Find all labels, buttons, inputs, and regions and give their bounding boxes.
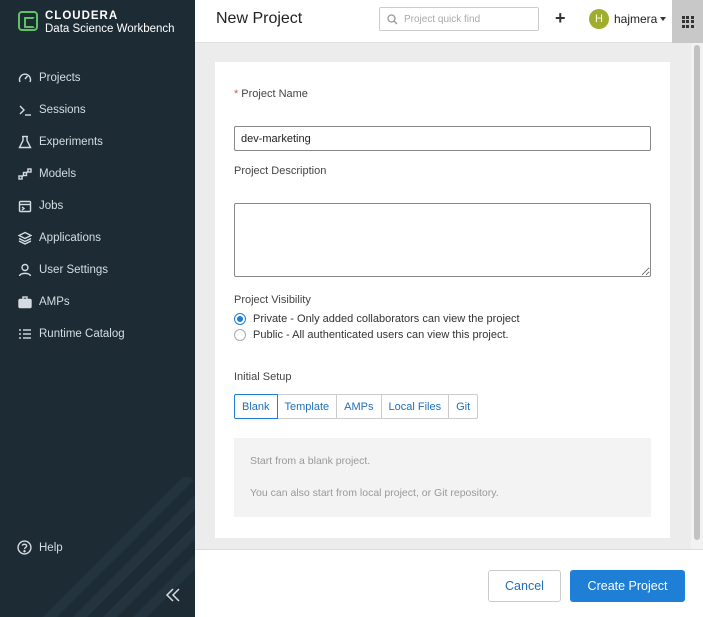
brand-product: Data Science Workbench [45,23,175,35]
double-chevron-left-icon[interactable] [164,586,182,604]
apps-menu-button[interactable] [672,0,703,43]
sidebar-item-experiments[interactable]: Experiments [0,126,195,158]
sidebar-item-label: Runtime Catalog [39,328,125,340]
sidebar-item-label: Jobs [39,200,64,212]
sidebar-item-label: Models [39,168,77,180]
help-label: Help [39,541,63,554]
sidebar-item-runtime-catalog[interactable]: Runtime Catalog [0,318,195,350]
brand-logo[interactable]: CLOUDERA Data Science Workbench [18,10,175,36]
sidebar-item-label: User Settings [39,264,109,276]
tab-blank[interactable]: Blank [234,394,278,419]
project-name-label-text: Project Name [241,88,308,100]
project-visibility-label: Project Visibility [234,294,311,306]
list-icon [17,327,32,342]
layers-icon [17,231,32,246]
calendar-icon [17,199,32,214]
gauge-icon [17,71,32,86]
visibility-public-option[interactable]: Public - All authenticated users can vie… [234,329,509,341]
sidebar-item-label: Applications [39,232,102,244]
brand-name: CLOUDERA [45,10,119,22]
page-title: New Project [216,10,303,27]
sidebar-item-projects[interactable]: Projects [0,62,195,94]
sidebar-item-label: Projects [39,72,81,84]
cancel-button[interactable]: Cancel [488,570,561,602]
flask-icon [17,135,32,150]
project-name-label: * Project Name [234,88,308,100]
project-name-input[interactable] [234,126,651,151]
search-icon [387,14,398,25]
required-mark: * [234,88,239,100]
sidebar-item-applications[interactable]: Applications [0,222,195,254]
project-description-input[interactable] [234,203,651,277]
sidebar-item-user-settings[interactable]: User Settings [0,254,195,286]
sidebar: CLOUDERA Data Science Workbench Projects… [0,0,195,617]
username: hajmera [614,12,658,26]
form-footer: Cancel Create Project [195,549,703,617]
setup-info-line1: Start from a blank project. [250,455,371,467]
visibility-public-label: Public - All authenticated users can vie… [253,329,509,341]
visibility-private-label: Private - Only added collaborators can v… [253,313,520,325]
plus-icon[interactable]: + [555,8,566,28]
tab-template[interactable]: Template [276,394,338,419]
search-input[interactable] [404,11,534,27]
tab-git[interactable]: Git [448,394,479,419]
radio-private[interactable] [234,313,246,325]
radio-public[interactable] [234,329,246,341]
project-search[interactable] [379,7,539,31]
create-project-button[interactable]: Create Project [570,570,685,602]
top-header: New Project + H hajmera [195,0,703,43]
sidebar-nav: Projects Sessions Experiments Models Job… [0,62,195,350]
help-icon [17,540,32,555]
sidebar-item-sessions[interactable]: Sessions [0,94,195,126]
setup-info-line2: You can also start from local project, o… [250,487,499,499]
avatar: H [589,9,609,29]
sidebar-item-label: Experiments [39,136,103,148]
visibility-private-option[interactable]: Private - Only added collaborators can v… [234,313,520,325]
cloudera-logo-icon [18,11,38,31]
grid-icon [681,15,694,28]
terminal-icon [17,103,32,118]
scrollbar-thumb[interactable] [694,45,700,540]
user-menu[interactable]: H hajmera [589,9,667,29]
sidebar-item-label: AMPs [39,296,70,308]
user-icon [17,263,32,278]
project-description-label: Project Description [234,165,327,177]
caret-down-icon [660,17,667,21]
vertical-scrollbar[interactable] [691,43,703,549]
tab-amps[interactable]: AMPs [336,394,382,419]
new-project-form: *Project Name Project Description Projec… [215,62,670,538]
sidebar-item-jobs[interactable]: Jobs [0,190,195,222]
setup-info-panel: Start from a blank project. You can also… [234,438,651,517]
sidebar-item-help[interactable]: Help [17,540,63,555]
initial-setup-label: Initial Setup [234,371,292,383]
sidebar-item-amps[interactable]: AMPs [0,286,195,318]
sidebar-item-label: Sessions [39,104,86,116]
initial-setup-tabs: Blank Template AMPs Local Files Git [234,394,479,419]
tab-local-files[interactable]: Local Files [380,394,450,419]
briefcase-icon [17,295,32,310]
network-icon [17,167,32,182]
main-content: *Project Name Project Description Projec… [195,43,691,549]
sidebar-item-models[interactable]: Models [0,158,195,190]
